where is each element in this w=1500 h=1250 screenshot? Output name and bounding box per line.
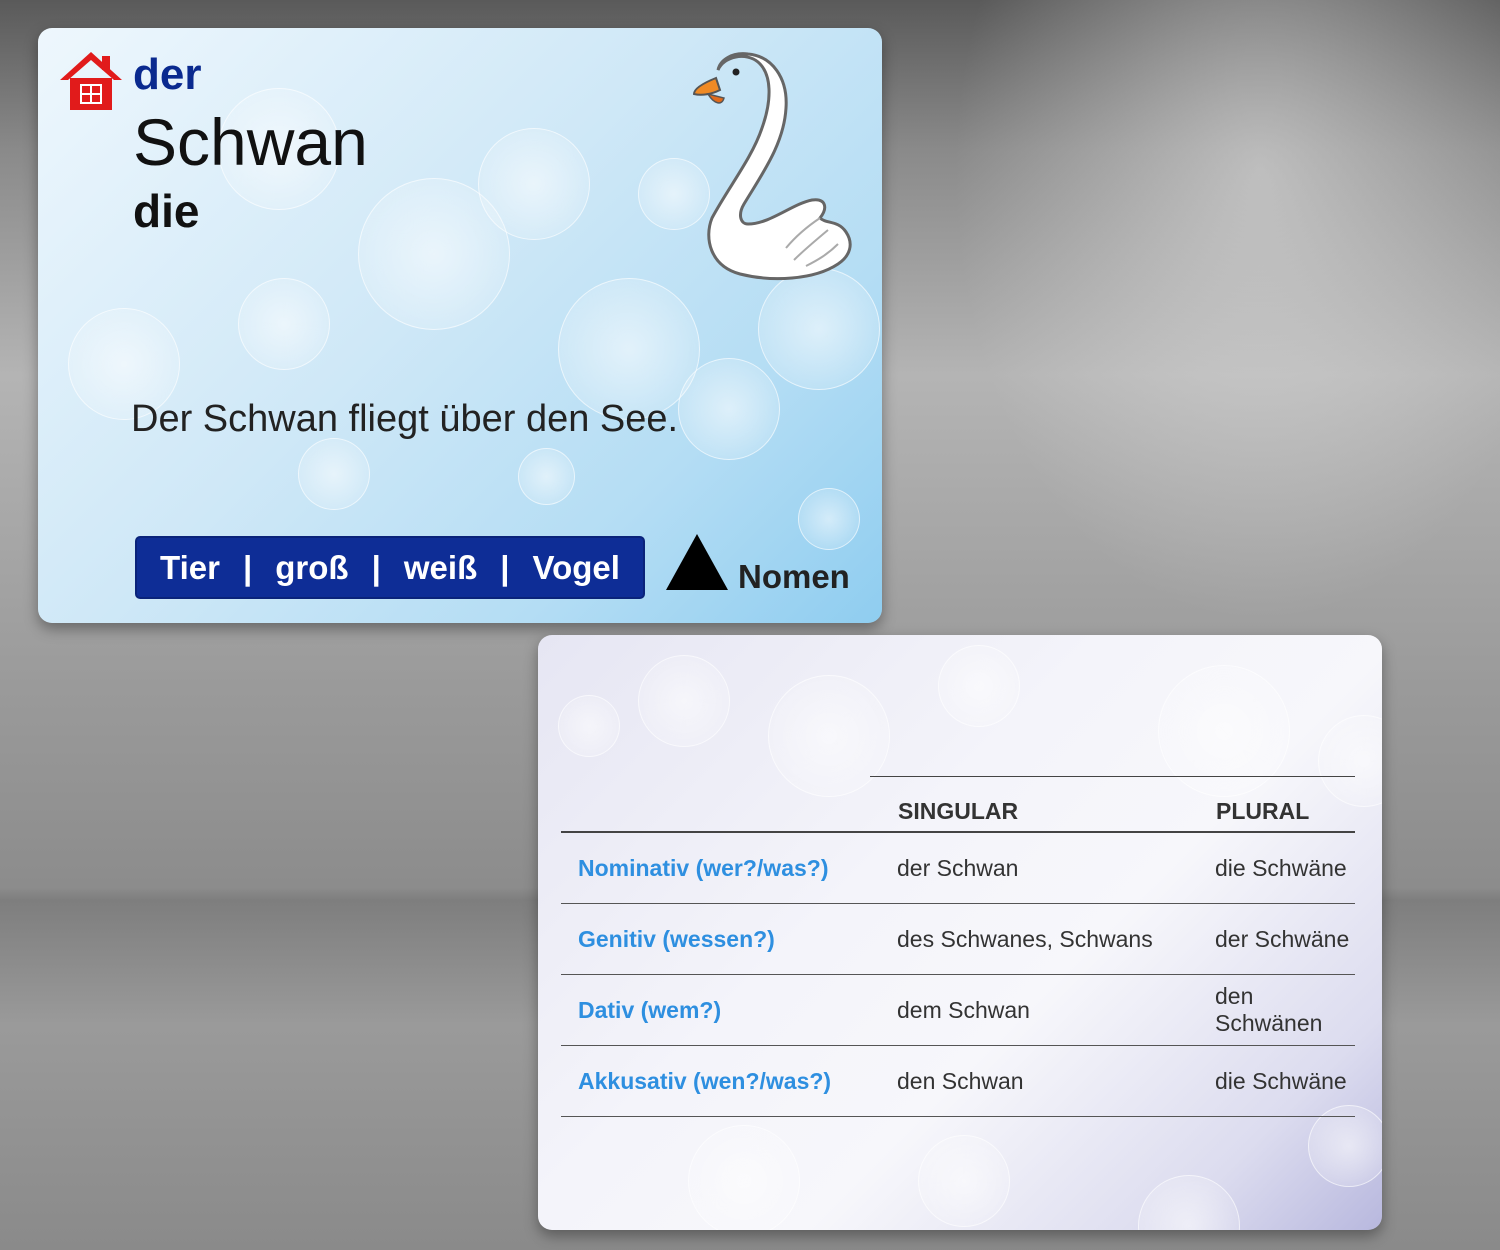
- table-row: Dativ (wem?) dem Schwan den Schwänen: [561, 974, 1355, 1046]
- singular-form: dem Schwan: [880, 974, 1198, 1046]
- bokeh-bubble: [298, 438, 370, 510]
- house-icon: [60, 52, 122, 110]
- article-plural: die: [133, 185, 200, 237]
- background-glow: [900, 0, 1500, 700]
- case-label: Nominativ (wer?/was?): [561, 832, 880, 904]
- header-singular: SINGULAR: [898, 798, 1019, 824]
- case-label: Akkusativ (wen?/was?): [561, 1045, 880, 1117]
- tag-separator: |: [243, 548, 253, 586]
- table-row: Nominativ (wer?/was?) der Schwan die Sch…: [561, 832, 1355, 904]
- bokeh-bubble: [798, 488, 860, 550]
- singular-form: der Schwan: [880, 832, 1198, 904]
- header-blank: [561, 775, 880, 832]
- bokeh-bubble: [238, 278, 330, 370]
- bokeh-bubble: [638, 655, 730, 747]
- case-label: Dativ (wem?): [561, 974, 880, 1046]
- flashcard-back: SINGULAR PLURAL Nominativ (wer?/was?) de…: [538, 635, 1382, 1230]
- example-sentence: Der Schwan fliegt über den See.: [131, 398, 679, 440]
- table-header-row: SINGULAR PLURAL: [561, 775, 1355, 832]
- plural-form: die Schwäne: [1198, 1045, 1355, 1117]
- bokeh-bubble: [678, 358, 780, 460]
- plural-form: den Schwänen: [1198, 974, 1355, 1046]
- bokeh-bubble: [918, 1135, 1010, 1227]
- tag-separator: |: [371, 548, 381, 586]
- declension-table: SINGULAR PLURAL Nominativ (wer?/was?) de…: [561, 775, 1355, 1117]
- plural-form: die Schwäne: [1198, 832, 1355, 904]
- noun-word: Schwan: [133, 105, 368, 179]
- bokeh-bubble: [478, 128, 590, 240]
- flashcard-front: der Schwan die Der Schwan fliegt über de…: [38, 28, 882, 623]
- tag-item: Vogel: [532, 548, 620, 586]
- bokeh-bubble: [1138, 1175, 1240, 1230]
- bokeh-bubble: [1308, 1105, 1382, 1187]
- tag-separator: |: [500, 548, 510, 586]
- bokeh-bubble: [558, 695, 620, 757]
- tag-item: weiß: [403, 548, 478, 586]
- singular-form: den Schwan: [880, 1045, 1198, 1117]
- word-type-label: Nomen: [738, 558, 850, 595]
- article-singular: der: [133, 50, 202, 99]
- case-label: Genitiv (wessen?): [561, 903, 880, 975]
- tag-item: groß: [275, 548, 349, 586]
- swan-illustration: [692, 52, 852, 281]
- header-plural: PLURAL: [1216, 798, 1310, 824]
- bokeh-bubble: [688, 1125, 800, 1230]
- tag-bar: Tier | groß | weiß | Vogel: [135, 536, 645, 599]
- bokeh-bubble: [518, 448, 575, 505]
- singular-form: des Schwanes, Schwans: [880, 903, 1198, 975]
- plural-form: der Schwäne: [1198, 903, 1355, 975]
- table-row: Genitiv (wessen?) des Schwanes, Schwans …: [561, 903, 1355, 975]
- bokeh-bubble: [938, 645, 1020, 727]
- triangle-icon: [666, 534, 728, 590]
- tag-item: Tier: [160, 548, 220, 586]
- table-row: Akkusativ (wen?/was?) den Schwan die Sch…: [561, 1045, 1355, 1117]
